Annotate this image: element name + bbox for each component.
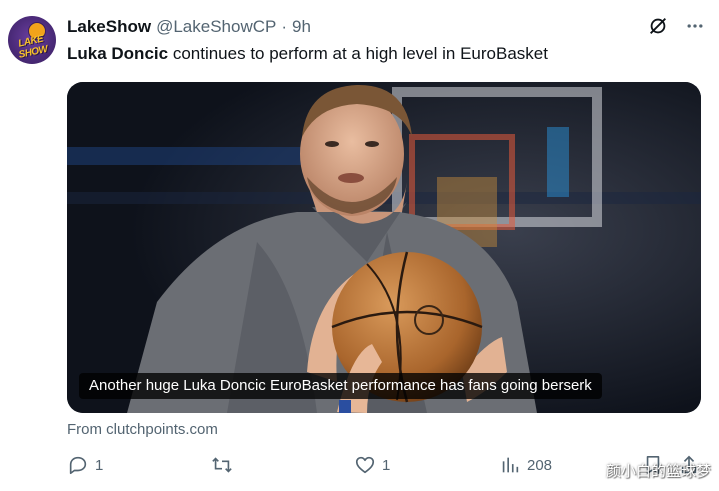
views-count: 208 [527,456,553,474]
avatar[interactable]: LAKE SHOW [8,16,56,64]
tweet-text: Luka Doncic continues to perform at a hi… [67,43,548,65]
more-dots-icon[interactable] [685,16,705,36]
card-image [67,82,701,413]
like-count: 1 [382,456,391,474]
card-source[interactable]: From clutchpoints.com [67,421,218,438]
tweet-time[interactable]: 9h [292,17,311,37]
analytics-icon [499,454,521,476]
card-caption: Another huge Luka Doncic EuroBasket perf… [79,373,602,399]
slashed-circle-icon[interactable] [647,15,669,37]
separator: · [281,17,288,36]
views-button[interactable]: 208 [499,454,552,476]
watermark: 颜小白的篮球梦 [605,463,711,480]
reply-count: 1 [95,456,104,474]
tweet-header: LakeShow @LakeShowCP · 9h [67,16,311,38]
heart-icon [354,454,376,476]
display-name[interactable]: LakeShow [67,17,151,37]
tweet-text-bold[interactable]: Luka Doncic [67,44,168,63]
tweet-top-actions [647,15,705,37]
like-button[interactable]: 1 [354,454,390,476]
reply-button[interactable]: 1 [67,454,103,476]
repost-button[interactable] [210,454,240,476]
avatar-logo-text: LAKE SHOW [17,33,49,61]
comment-icon [67,454,89,476]
tweet-text-rest: continues to perform at a high level in … [168,44,548,63]
link-card[interactable]: Another huge Luka Doncic EuroBasket perf… [67,82,701,413]
user-handle[interactable]: @LakeShowCP [156,17,276,37]
repost-icon [210,454,234,476]
